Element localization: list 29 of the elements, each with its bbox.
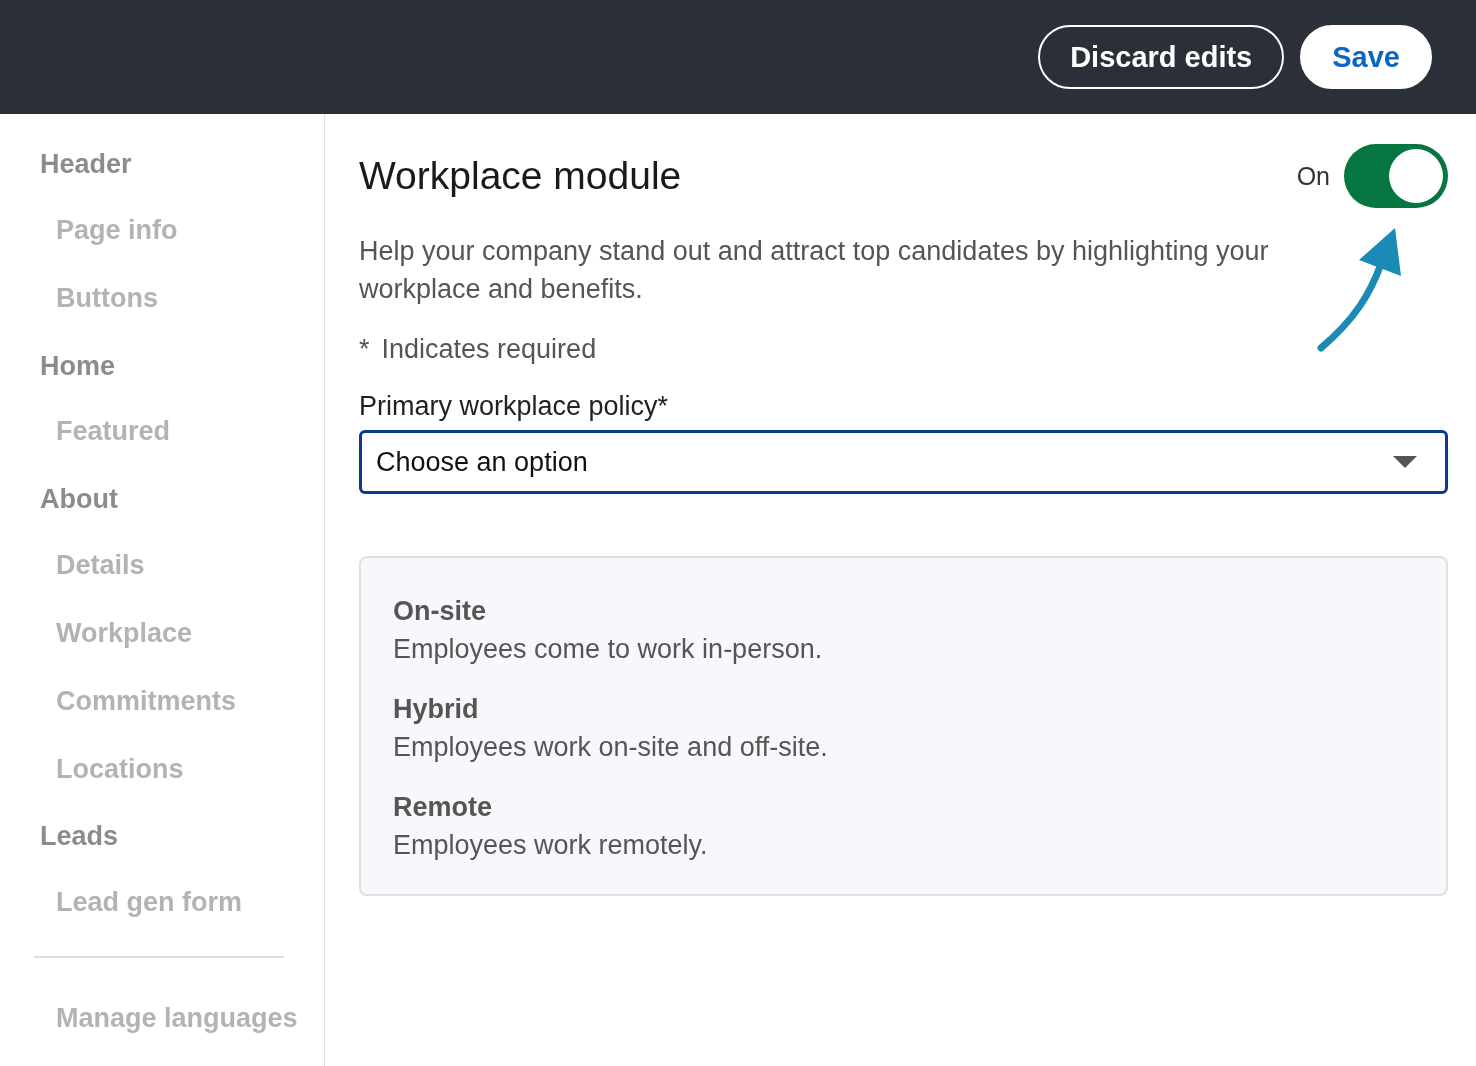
required-mark: * [359, 334, 370, 365]
toggle-label: On [1296, 161, 1330, 191]
sidebar-link[interactable]: Commitments [0, 680, 324, 749]
sidebar-section-link[interactable]: Home [0, 345, 324, 412]
option-description: Employees work remotely. [393, 829, 709, 862]
field-label: Primary workplace policy* [359, 391, 670, 422]
sidebar-section-link[interactable]: Leads [0, 816, 324, 883]
option-description: Employees work on-site and off-site. [393, 731, 829, 764]
top-bar-button[interactable]: Discard edits [1038, 25, 1285, 89]
option-title: Remote [393, 791, 494, 824]
policy-dropdown[interactable]: Choose an option [359, 430, 1448, 494]
caret-icon [1393, 456, 1417, 468]
option-title: Hybrid [393, 693, 480, 726]
sidebar-link[interactable]: Buttons [0, 277, 324, 346]
sidebar-link[interactable]: Workplace [0, 613, 324, 681]
sidebar-section-link[interactable]: Header [0, 144, 324, 210]
sidebar-section-link[interactable]: About [0, 479, 324, 546]
required-note: Indicates required [381, 334, 597, 365]
top-bar-button[interactable]: Save [1300, 25, 1432, 89]
sidebar-link[interactable]: Locations [0, 748, 324, 817]
module-title: Workplace module [359, 154, 682, 198]
module-description: Help your company stand out and attract top candidates by highlighting your workplace and benefits. [359, 235, 1270, 306]
sidebar-link[interactable]: Details [0, 545, 324, 613]
option-description: Employees come to work in-person. [393, 633, 824, 666]
sidebar-link[interactable]: Featured [0, 411, 324, 480]
sidebar-link[interactable]: Page info [0, 209, 324, 278]
option-title: On-site [393, 595, 487, 628]
sidebar-link[interactable]: Manage languages [0, 998, 324, 1066]
sidebar-link[interactable]: Lead gen form [0, 882, 324, 951]
